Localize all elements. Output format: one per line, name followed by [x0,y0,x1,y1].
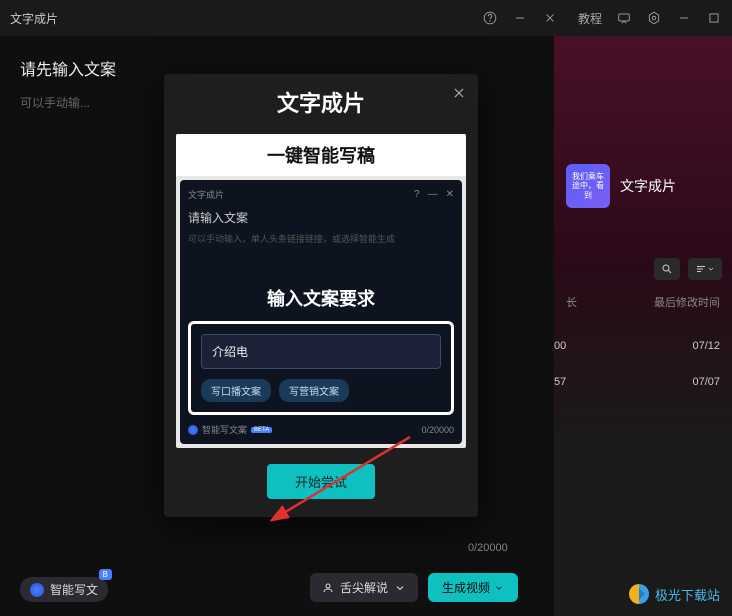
row-duration: 00 [554,340,566,352]
demo-heading2: 输入文案要求 [188,285,454,311]
demo-window: 文字成片 ? — ✕ 请输入文案 可以手动输入，单人头条链接链接，或选择智能生成… [180,180,462,444]
col-duration: 长 [566,294,577,310]
tutorial-link[interactable]: 教程 [578,10,602,27]
card-label: 文字成片 [620,176,676,196]
bottom-bar: 智能写文 B [20,577,108,602]
help-icon[interactable] [482,10,498,26]
row-date: 07/12 [692,340,720,352]
intro-modal: 文字成片 一键智能写稿 文字成片 ? — ✕ 请输入文案 可以手动输入，单人头条… [164,74,478,517]
site-logo: 极光下载站 [627,582,720,606]
start-button[interactable]: 开始尝试 [267,464,375,499]
demo-heading: 一键智能写稿 [176,134,466,176]
demo-image: 一键智能写稿 文字成片 ? — ✕ 请输入文案 可以手动输入，单人头条链接链接，… [176,134,466,448]
demo-window-title: 文字成片 [188,188,224,201]
chip-broadcast: 写口播文案 [201,379,271,402]
demo-ai-label: 智能写文案 [202,423,247,436]
app-header: 文字成片 教程 [0,0,732,36]
right-panel: 我们乘车途中，看到 文字成片 长 最后修改时间 00 57 07/12 07/0… [554,36,732,616]
feature-card[interactable]: 我们乘车途中，看到 文字成片 [566,164,676,208]
generate-label: 生成视频 [442,579,490,596]
ai-icon [188,425,198,435]
demo-prompt: 请输入文案 [188,209,454,226]
demo-footer: 智能写文案 BETA 0/20000 [188,423,454,436]
close-icon[interactable] [542,10,558,26]
row-date: 07/07 [692,376,720,388]
col-modified: 最后修改时间 [654,294,720,310]
app-title: 文字成片 [10,10,58,27]
ai-icon [30,583,44,597]
ai-write-pill[interactable]: 智能写文 B [20,577,108,602]
demo-window-controls: ? — ✕ [414,189,454,200]
demo-input-frame: 介绍电 写口播文案 写营销文案 [188,321,454,415]
minimize2-icon[interactable] [676,10,692,26]
settings-icon[interactable] [646,10,662,26]
modal-title: 文字成片 [164,86,478,118]
column-headers: 长 最后修改时间 [554,294,732,310]
help-icon: ? [414,189,420,200]
demo-counter: 0/20000 [421,425,454,435]
row-duration: 57 [554,376,566,388]
header-controls: 教程 [482,10,722,27]
voice-label: 舌尖解说 [340,579,388,596]
generate-button[interactable]: 生成视频 [428,573,518,602]
maximize-icon[interactable] [706,10,722,26]
demo-titlebar: 文字成片 ? — ✕ [188,188,454,201]
bottom-controls: 舌尖解说 生成视频 [310,573,518,602]
minimize-icon[interactable] [512,10,528,26]
voice-select[interactable]: 舌尖解说 [310,573,418,602]
sort-button[interactable] [688,258,722,280]
right-toolbar [654,258,722,280]
ai-label: 智能写文 [50,581,98,598]
minimize-icon: — [428,189,438,200]
demo-chips: 写口播文案 写营销文案 [201,379,441,402]
beta-badge: BETA [251,427,272,433]
close-icon: ✕ [446,189,454,200]
modal-close-button[interactable] [450,84,468,102]
duration-values: 00 57 [554,340,566,412]
demo-placeholder: 可以手动输入，单人头条链接链接，或选择智能生成 [188,232,454,245]
logo-icon [627,582,651,606]
char-counter: 0/20000 [468,542,508,554]
demo-text-input: 介绍电 [201,334,441,369]
logo-text: 极光下载站 [655,585,720,604]
chat-icon[interactable] [616,10,632,26]
demo-ai-pill: 智能写文案 BETA [188,423,272,436]
chip-marketing: 写营销文案 [279,379,349,402]
date-values: 07/12 07/07 [692,340,720,412]
beta-badge: B [99,569,112,580]
card-thumbnail: 我们乘车途中，看到 [566,164,610,208]
search-button[interactable] [654,258,680,280]
